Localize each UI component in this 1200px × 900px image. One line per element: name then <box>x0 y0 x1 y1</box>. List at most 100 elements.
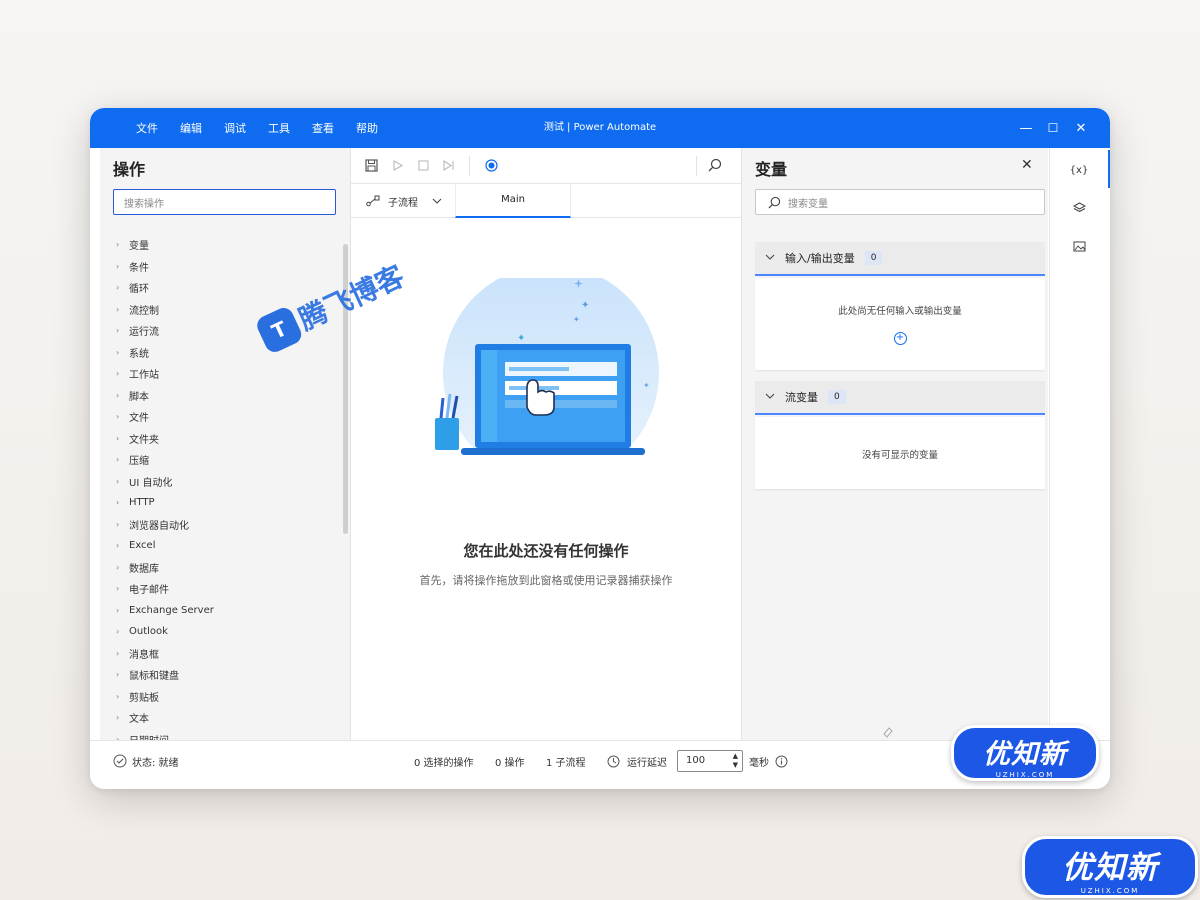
actions-panel: 操作 搜索操作 › 变量 › 条件 › 循环 › 流控制 › 运行流 › 系统 › 工作站 › 脚本 › 文件 › 文… <box>100 148 350 747</box>
uzhix-badge-large: 优知新 UZHIX.COM <box>1022 836 1198 898</box>
chevron-right-icon: › <box>116 326 120 336</box>
chevron-right-icon: › <box>116 584 120 594</box>
uzhix-subtitle: UZHIX.COM <box>995 771 1055 779</box>
chevron-right-icon: › <box>116 412 120 422</box>
step-icon[interactable] <box>441 157 457 173</box>
chevron-down-icon <box>755 392 785 402</box>
io-variables-empty-text: 此处尚无任何输入或输出变量 <box>838 306 962 317</box>
chevron-down-icon <box>755 253 785 263</box>
chevron-right-icon: › <box>116 347 120 357</box>
add-variable-icon[interactable]: + <box>893 332 907 345</box>
action-category[interactable]: › 数据库 <box>100 557 350 579</box>
flow-variables-count: 0 <box>828 390 846 404</box>
stop-icon[interactable] <box>415 157 431 173</box>
search-icon[interactable] <box>707 157 723 173</box>
search-actions-input[interactable]: 搜索操作 <box>113 189 336 215</box>
run-delay-input[interactable]: 100 ▲ ▼ <box>677 750 743 772</box>
title-bar: 文件 编辑 调试 工具 查看 帮助 测试 | Power Automate — … <box>90 108 1110 148</box>
active-indicator <box>1108 150 1110 188</box>
action-category[interactable]: › 文本 <box>100 707 350 729</box>
flow-variables-empty-text: 没有可显示的变量 <box>861 450 938 461</box>
action-category-label: 文件 <box>129 413 149 425</box>
subflow-label: 子流程 <box>388 197 418 209</box>
action-category[interactable]: › 电子邮件 <box>100 578 350 600</box>
svg-text:✦: ✦ <box>581 300 589 311</box>
close-button[interactable]: ✕ <box>1063 108 1099 148</box>
chevron-right-icon: › <box>116 541 120 551</box>
action-category-label: 系统 <box>129 348 149 360</box>
chevron-down-icon <box>432 198 442 204</box>
info-icon[interactable] <box>775 755 788 768</box>
action-category-label: 剪贴板 <box>129 692 159 704</box>
action-category-label: 流控制 <box>129 305 159 317</box>
action-category[interactable]: › 文件 <box>100 406 350 428</box>
action-category[interactable]: › HTTP <box>100 492 350 514</box>
uzhix-title: 优知新 <box>1062 850 1158 886</box>
run-delay-value: 100 <box>686 755 706 766</box>
action-category-label: UI 自动化 <box>129 477 173 489</box>
actions-panel-title: 操作 <box>113 160 146 179</box>
designer-canvas: 子流程 Main ✦ ✦ ✦ ✦ 您在此处还没有任何操作 首先，请将操作拖放到此… <box>351 148 741 740</box>
action-category[interactable]: › Excel <box>100 535 350 557</box>
action-category[interactable]: › 压缩 <box>100 449 350 471</box>
layers-icon[interactable] <box>1050 194 1108 222</box>
action-category[interactable]: › Outlook <box>100 621 350 643</box>
variables-panel-title: 变量 <box>755 160 788 179</box>
chevron-right-icon: › <box>116 519 120 529</box>
menu-view[interactable]: 查看 <box>312 120 334 136</box>
clock-icon <box>607 755 620 767</box>
action-category[interactable]: › 变量 <box>100 234 350 256</box>
action-category[interactable]: › 系统 <box>100 342 350 364</box>
svg-text:✦: ✦ <box>573 315 580 324</box>
action-category-label: Outlook <box>129 626 168 638</box>
action-category[interactable]: › 脚本 <box>100 385 350 407</box>
chevron-right-icon: › <box>116 670 120 680</box>
chevron-right-icon: › <box>116 240 120 250</box>
subflow-dropdown[interactable]: 子流程 <box>366 184 442 218</box>
flow-variables-label: 流变量 <box>785 391 818 404</box>
action-category[interactable]: › 鼠标和键盘 <box>100 664 350 686</box>
menu-edit[interactable]: 编辑 <box>180 120 202 136</box>
search-variables-input[interactable]: 搜索变量 <box>755 189 1045 215</box>
record-icon[interactable] <box>483 157 499 173</box>
right-icon-strip: {x} <box>1049 148 1110 740</box>
uzhix-title: 优知新 <box>983 739 1067 770</box>
action-category-label: 脚本 <box>129 391 149 403</box>
eraser-icon[interactable] <box>882 726 894 738</box>
action-category[interactable]: › 剪贴板 <box>100 686 350 708</box>
run-delay-label: 运行延迟 <box>627 757 667 769</box>
run-delay: 运行延迟 100 ▲ ▼ 毫秒 <box>607 741 788 781</box>
io-variables-header[interactable]: 输入/输出变量 0 <box>755 242 1045 276</box>
menu-help[interactable]: 帮助 <box>356 120 378 136</box>
action-category[interactable]: › 浏览器自动化 <box>100 514 350 536</box>
check-circle-icon <box>113 754 127 768</box>
action-category-label: 电子邮件 <box>129 585 169 597</box>
tab-main[interactable]: Main <box>455 184 571 218</box>
action-category-label: 数据库 <box>129 563 159 575</box>
chevron-right-icon: › <box>116 691 120 701</box>
spin-buttons[interactable]: ▲ ▼ <box>733 752 738 770</box>
action-category-label: Exchange Server <box>129 604 214 616</box>
menu-file[interactable]: 文件 <box>136 120 158 136</box>
action-category[interactable]: › 工作站 <box>100 363 350 385</box>
variables-icon[interactable]: {x} <box>1050 156 1108 184</box>
image-icon[interactable] <box>1050 232 1108 260</box>
menu-bar: 文件 编辑 调试 工具 查看 帮助 <box>136 108 400 148</box>
action-category[interactable]: › Exchange Server <box>100 600 350 622</box>
flow-variables-header[interactable]: 流变量 0 <box>755 381 1045 415</box>
menu-debug[interactable]: 调试 <box>224 120 246 136</box>
chevron-right-icon: › <box>116 369 120 379</box>
action-category-label: Excel <box>129 540 156 552</box>
menu-tools[interactable]: 工具 <box>268 120 290 136</box>
action-category-label: 文本 <box>129 714 149 726</box>
action-category-label: 浏览器自动化 <box>129 520 189 532</box>
action-category-label: 鼠标和键盘 <box>129 671 179 683</box>
action-category[interactable]: › 消息框 <box>100 643 350 665</box>
save-icon[interactable] <box>363 157 379 173</box>
run-icon[interactable] <box>389 157 405 173</box>
action-category[interactable]: › 条件 <box>100 256 350 278</box>
action-category[interactable]: › UI 自动化 <box>100 471 350 493</box>
close-panel-icon[interactable]: ✕ <box>1021 157 1033 173</box>
chevron-right-icon: › <box>116 455 120 465</box>
action-category[interactable]: › 文件夹 <box>100 428 350 450</box>
